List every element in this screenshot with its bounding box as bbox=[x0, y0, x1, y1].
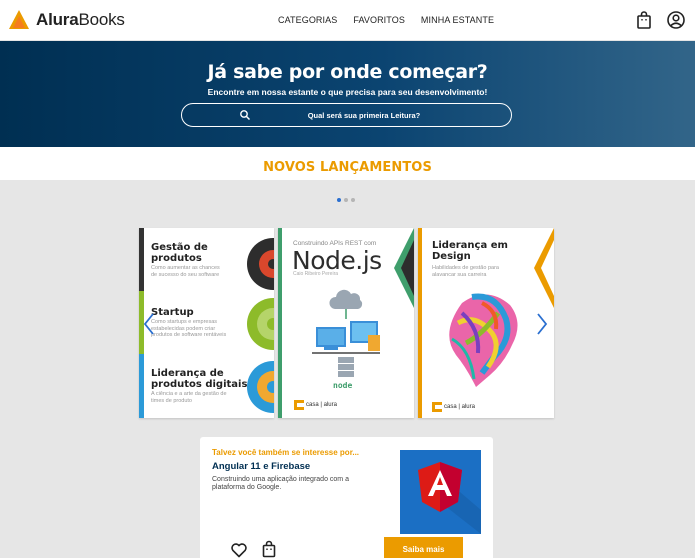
recommendation-description: Construindo uma aplicação integrado com … bbox=[212, 476, 349, 491]
book-stripe bbox=[278, 228, 282, 418]
search-box[interactable] bbox=[181, 103, 512, 127]
banner-title: Já sabe por onde começar? bbox=[207, 61, 488, 83]
angular-book-cover-icon[interactable] bbox=[400, 450, 481, 534]
book-publisher: casa | alura bbox=[444, 404, 475, 410]
book-author: Caio Ribeiro Pereira bbox=[293, 271, 339, 277]
carousel-prev-arrow-icon[interactable] bbox=[143, 312, 155, 336]
book-section-title: Gestão de produtos bbox=[151, 242, 208, 264]
casa-do-codigo-logo-icon bbox=[432, 402, 442, 412]
carousel-dot-3[interactable] bbox=[351, 198, 355, 202]
book-title: Liderança em Design bbox=[432, 240, 508, 262]
book-stripe bbox=[139, 228, 144, 291]
nav-favoritos[interactable]: FAVORITOS bbox=[353, 15, 405, 25]
nav-minha-estante[interactable]: MINHA ESTANTE bbox=[421, 15, 494, 25]
book-section-subtitle: Como aumentar as chances de sucesso do s… bbox=[151, 265, 220, 278]
book-cover-lideranca-design[interactable]: Liderança em Design Habilidades de gestã… bbox=[418, 228, 554, 418]
search-input[interactable] bbox=[264, 107, 464, 123]
book-cover-nodejs[interactable]: Construindo APIs REST com Node.js Caio R… bbox=[278, 228, 414, 418]
chevron-art-icon bbox=[394, 228, 414, 308]
nav-categorias[interactable]: CATEGORIAS bbox=[278, 15, 337, 25]
cloud-server-illustration-icon bbox=[312, 289, 380, 377]
colorful-head-illustration-icon bbox=[449, 293, 518, 387]
node-logo: node bbox=[333, 381, 353, 390]
heart-icon[interactable] bbox=[230, 541, 248, 558]
logo-icon bbox=[9, 10, 29, 29]
book-cover-gestao[interactable]: Gestão de produtos Como aumentar as chan… bbox=[139, 228, 274, 418]
recommendation-title: Angular 11 e Firebase bbox=[212, 461, 311, 472]
search-icon bbox=[240, 110, 251, 121]
carousel-dot-2[interactable] bbox=[344, 198, 348, 202]
main-nav: CATEGORIAS FAVORITOS MINHA ESTANTE bbox=[278, 15, 494, 25]
book-section-subtitle: A ciência e a arte da gestão de times de… bbox=[151, 391, 227, 404]
shopping-bag-icon[interactable] bbox=[260, 540, 278, 558]
circles-art-icon bbox=[247, 238, 274, 413]
book-section-subtitle: Como startups e empresas estabelecidas p… bbox=[151, 319, 227, 338]
releases-title: NOVOS LANÇAMENTOS bbox=[263, 160, 432, 175]
banner-subtitle: Encontre em nossa estante o que precisa … bbox=[207, 87, 488, 97]
book-subtitle: Habilidades de gestão para alavancar sua… bbox=[432, 265, 499, 278]
shopping-bag-icon[interactable] bbox=[634, 10, 654, 30]
carousel-dot-1[interactable] bbox=[337, 198, 341, 202]
carousel-dots bbox=[337, 198, 355, 202]
recommendation-card: Talvez você também se interesse por... A… bbox=[200, 437, 493, 558]
book-publisher: casa | alura bbox=[306, 402, 337, 408]
book-section-title: Liderança de produtos digitais bbox=[151, 368, 248, 390]
releases-header: NOVOS LANÇAMENTOS bbox=[0, 147, 695, 180]
book-section-title: Startup bbox=[151, 307, 194, 318]
logo-text: AluraBooks bbox=[36, 10, 125, 29]
chevron-art-icon bbox=[534, 228, 554, 308]
casa-do-codigo-logo-icon bbox=[294, 400, 304, 410]
book-stripe bbox=[139, 354, 144, 418]
hero-banner: Já sabe por onde começar? Encontre em no… bbox=[0, 41, 695, 147]
top-bar: AluraBooks CATEGORIAS FAVORITOS MINHA ES… bbox=[0, 0, 695, 41]
recommendation-kicker: Talvez você também se interesse por... bbox=[212, 448, 360, 457]
carousel-next-arrow-icon[interactable] bbox=[536, 312, 548, 336]
logo[interactable]: AluraBooks bbox=[8, 9, 125, 31]
book-stripe bbox=[418, 228, 422, 418]
user-icon[interactable] bbox=[666, 10, 686, 30]
saiba-mais-button[interactable]: Saiba mais bbox=[384, 537, 463, 558]
